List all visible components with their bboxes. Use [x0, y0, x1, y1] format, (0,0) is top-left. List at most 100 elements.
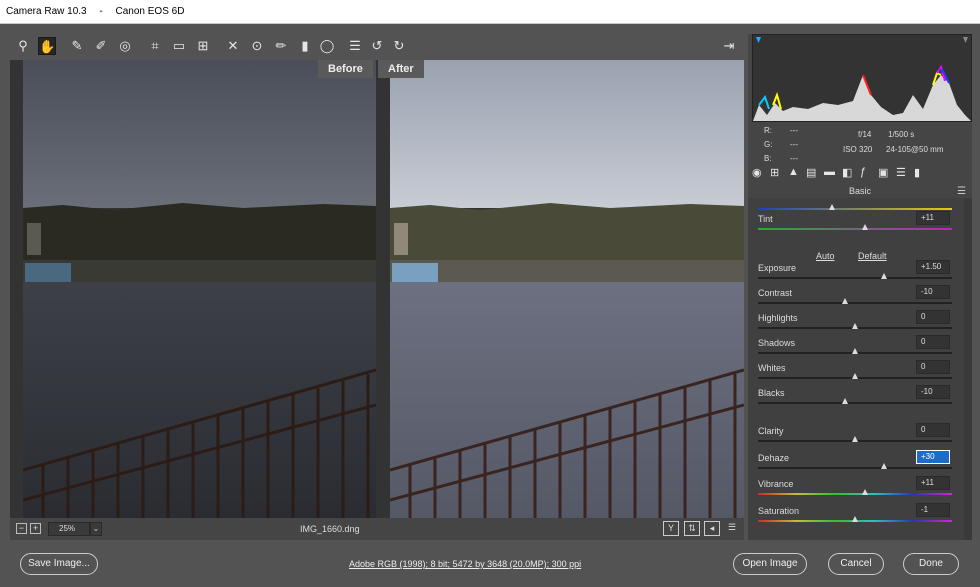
split-toning-tab-icon[interactable]: ▬: [824, 166, 835, 178]
lens-value: 24-105@50 mm: [886, 145, 944, 154]
slider-label: Vibrance: [758, 479, 794, 489]
b-label: B:: [764, 154, 772, 163]
targeted-adjustment-icon[interactable]: ◎: [116, 37, 134, 55]
camera-calibration-tab-icon[interactable]: ▣: [878, 166, 888, 179]
presets-tab-icon[interactable]: ☰: [896, 166, 906, 179]
slider-track[interactable]: [758, 402, 952, 404]
panel-title: Basic: [848, 186, 871, 196]
tone-curve-tab-icon[interactable]: ⊞: [770, 166, 779, 179]
save-image-button[interactable]: Save Image...: [20, 553, 98, 575]
after-pane: [390, 60, 744, 518]
slider-value-field[interactable]: +11: [916, 211, 950, 225]
preferences-icon[interactable]: ⇥: [720, 37, 738, 55]
status-bar: − + 25% ⌄ IMG_1660.dng Y ⇅ ◂ ☰: [10, 518, 744, 540]
detail-tab-icon[interactable]: ▲: [788, 166, 799, 178]
auto-link[interactable]: Auto: [816, 251, 835, 261]
slider-value-field[interactable]: +30: [916, 450, 950, 464]
slider-label: Shadows: [758, 338, 796, 348]
open-image-button[interactable]: Open Image: [733, 553, 807, 575]
g-value: ---: [790, 140, 798, 149]
slider-value-field[interactable]: +11: [916, 476, 950, 490]
white-balance-icon[interactable]: ✎: [68, 37, 86, 55]
slider-thumb[interactable]: [842, 298, 849, 304]
slider-label: Dehaze: [758, 453, 790, 463]
slider-track[interactable]: [758, 493, 952, 495]
default-link[interactable]: Default: [858, 251, 887, 261]
crop-icon[interactable]: ⌗: [146, 37, 164, 55]
slider-label: Clarity: [758, 426, 784, 436]
toggle-settings-icon[interactable]: ☰: [724, 521, 740, 536]
slider-thumb[interactable]: [842, 398, 849, 404]
slider-area: Auto Default Tint +11 Exposure +1.50 Contras…: [748, 198, 972, 540]
hsl-tab-icon[interactable]: ▤: [806, 166, 816, 179]
radial-filter-icon[interactable]: ◯: [318, 37, 336, 55]
slider-track[interactable]: [758, 467, 952, 469]
effects-tab-icon[interactable]: ƒ: [860, 166, 866, 178]
slider-value-field[interactable]: 0: [916, 423, 950, 437]
slider-value-field[interactable]: 0: [916, 360, 950, 374]
graduated-filter-icon[interactable]: ▮: [296, 37, 314, 55]
slider-thumb[interactable]: [861, 224, 868, 230]
swap-settings-icon[interactable]: ⇅: [684, 521, 700, 536]
slider-value-field[interactable]: -10: [916, 385, 950, 399]
before-image: [23, 60, 376, 518]
iso-value: ISO 320: [843, 145, 873, 154]
zoom-in-button[interactable]: +: [30, 523, 41, 534]
lens-corrections-tab-icon[interactable]: ◧: [842, 166, 852, 179]
slider-thumb[interactable]: [881, 463, 888, 469]
zoom-dropdown-button[interactable]: ⌄: [90, 522, 102, 536]
title-separator: -: [99, 6, 103, 17]
color-sampler-icon[interactable]: ✐: [92, 37, 110, 55]
r-label: R:: [764, 126, 772, 135]
red-eye-icon[interactable]: ⊙: [248, 37, 266, 55]
slider-track[interactable]: [758, 277, 952, 279]
slider-thumb[interactable]: [852, 348, 858, 354]
camera-model: Canon EOS 6D: [115, 6, 185, 17]
straighten-icon[interactable]: ▭: [170, 37, 188, 55]
zoom-level-field[interactable]: 25%: [48, 522, 90, 536]
slider-thumb[interactable]: [852, 323, 858, 329]
workflow-options-link[interactable]: Adobe RGB (1998); 8 bit; 5472 by 3648 (2…: [349, 559, 581, 569]
panel-menu-icon[interactable]: ☰: [957, 186, 966, 197]
slider-value-field[interactable]: 0: [916, 310, 950, 324]
basic-tab-icon[interactable]: ◉: [752, 166, 762, 179]
slider-thumb[interactable]: [881, 273, 888, 279]
slider-label: Whites: [758, 363, 786, 373]
copy-settings-icon[interactable]: ◂: [704, 521, 720, 536]
cancel-button[interactable]: Cancel: [828, 553, 884, 575]
slider-value-field[interactable]: -10: [916, 285, 950, 299]
slider-thumb[interactable]: [852, 516, 858, 522]
aperture-value: f/14: [858, 130, 872, 139]
slider-thumb[interactable]: [828, 204, 835, 210]
toolbar: ⚲ ✋ ✎ ✐ ◎ ⌗ ▭ ⊞ ✕ ⊙ ✏ ▮ ◯ ☰ ↺ ↻ ⇥: [10, 34, 744, 58]
slider-track[interactable]: [758, 302, 952, 304]
shutter-value: 1/500 s: [888, 130, 915, 139]
adjustment-brush-icon[interactable]: ✏: [272, 37, 290, 55]
slider-thumb[interactable]: [861, 489, 868, 495]
slider-track[interactable]: [758, 228, 952, 230]
zoom-out-button[interactable]: −: [16, 523, 27, 534]
after-label: After: [378, 60, 424, 78]
camera-info: R: G: B: --- --- --- f/14 1/500 s ISO 32…: [752, 124, 972, 164]
slider-value-field[interactable]: +1.50: [916, 260, 950, 274]
presets-list-icon[interactable]: ☰: [346, 37, 364, 55]
g-label: G:: [764, 140, 773, 149]
spot-removal-icon[interactable]: ✕: [224, 37, 242, 55]
rotate-ccw-icon[interactable]: ↺: [368, 37, 386, 55]
slider-value-field[interactable]: -1: [916, 503, 950, 517]
panel-scrollbar[interactable]: [964, 198, 972, 540]
hand-icon[interactable]: ✋: [38, 37, 56, 55]
slider-thumb[interactable]: [852, 373, 858, 379]
snapshots-tab-icon[interactable]: ▮: [914, 166, 920, 179]
zoom-icon[interactable]: ⚲: [14, 37, 32, 55]
histogram-graph: [753, 37, 971, 121]
before-after-view-icon[interactable]: Y: [663, 521, 679, 536]
transform-icon[interactable]: ⊞: [194, 37, 212, 55]
done-button[interactable]: Done: [903, 553, 959, 575]
slider-thumb[interactable]: [852, 436, 858, 442]
slider-track[interactable]: [758, 208, 952, 210]
slider-value-field[interactable]: 0: [916, 335, 950, 349]
histogram: [752, 34, 972, 122]
image-viewer: Before After: [10, 60, 744, 518]
rotate-cw-icon[interactable]: ↻: [390, 37, 408, 55]
